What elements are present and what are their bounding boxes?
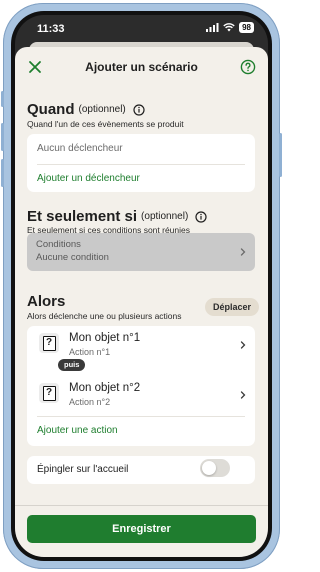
- divider: [37, 164, 245, 165]
- status-time: 11:33: [37, 23, 65, 35]
- status-bar: 11:33 98: [15, 15, 268, 41]
- add-trigger-link[interactable]: Ajouter un déclencheur: [37, 173, 265, 184]
- phone-side-button: [1, 91, 4, 107]
- alors-heading: Alors: [27, 293, 65, 310]
- phone-frame: 11:33 98 Ajouter un scénario Quand (opti…: [1, 3, 282, 569]
- action-item-subtitle: Action n°1: [69, 347, 111, 357]
- alors-title: Alors: [27, 293, 66, 310]
- conditions-value: Aucune condition: [36, 252, 109, 263]
- toggle-knob: [202, 461, 216, 475]
- scenario-sheet: Ajouter un scénario Quand (optionnel) Qu…: [15, 47, 268, 557]
- quand-heading: Quand (optionnel): [27, 101, 145, 118]
- question-mark-glyph: ?: [42, 335, 56, 351]
- divider: [37, 416, 245, 417]
- footer-divider: [15, 505, 268, 506]
- actions-card: ? Mon objet n°1 Action n°1 ? Mon objet n…: [27, 326, 255, 446]
- seulement-title: Et seulement si: [27, 208, 138, 225]
- alors-subtitle: Alors déclenche une ou plusieurs actions: [27, 311, 182, 321]
- question-mark-box-icon: ?: [39, 383, 59, 403]
- quand-title: Quand: [27, 101, 75, 118]
- page-title: Ajouter un scénario: [85, 60, 198, 74]
- chevron-right-icon: [240, 248, 246, 256]
- chevron-right-icon: [240, 391, 246, 399]
- sequence-badge: puis: [58, 359, 86, 371]
- quand-subtitle: Quand l'un de ces évènements se produit: [27, 119, 184, 129]
- triggers-card: Aucun déclencheur Ajouter un déclencheur: [27, 134, 255, 192]
- phone-power-button: [279, 133, 282, 177]
- battery-icon: 98: [239, 22, 254, 33]
- action-item-subtitle: Action n°2: [69, 397, 111, 407]
- info-icon[interactable]: [133, 103, 145, 116]
- seulement-optional: (optionnel): [141, 211, 189, 222]
- pin-toggle[interactable]: [200, 459, 230, 477]
- status-icons: 98: [206, 22, 254, 33]
- seulement-heading: Et seulement si (optionnel): [27, 208, 207, 225]
- move-button[interactable]: Déplacer: [205, 298, 259, 316]
- quand-optional: (optionnel): [78, 104, 126, 115]
- sheet-header: Ajouter un scénario: [15, 47, 268, 87]
- screen: 11:33 98 Ajouter un scénario Quand (opti…: [15, 15, 268, 557]
- action-item-title: Mon objet n°2: [69, 382, 141, 394]
- add-action-link[interactable]: Ajouter une action: [37, 425, 265, 436]
- phone-volume-up: [1, 123, 4, 151]
- question-mark-box-icon: ?: [39, 333, 59, 353]
- info-icon[interactable]: [195, 210, 207, 223]
- signal-icon: [206, 23, 219, 32]
- conditions-label: Conditions: [36, 239, 81, 250]
- chevron-right-icon: [240, 341, 246, 349]
- action-item-title: Mon objet n°1: [69, 332, 141, 344]
- action-item-2[interactable]: ? Mon objet n°2 Action n°2: [27, 376, 255, 410]
- no-trigger-text: Aucun déclencheur: [37, 143, 123, 154]
- phone-volume-down: [1, 159, 4, 187]
- save-button[interactable]: Enregistrer: [27, 515, 256, 543]
- conditions-card[interactable]: Conditions Aucune condition: [27, 233, 255, 271]
- wifi-icon: [223, 23, 235, 32]
- question-mark-glyph: ?: [42, 385, 56, 401]
- phone-bezel: 11:33 98 Ajouter un scénario Quand (opti…: [11, 11, 272, 561]
- pin-label: Épingler sur l'accueil: [37, 464, 129, 475]
- help-icon[interactable]: [240, 59, 256, 75]
- action-item-1[interactable]: ? Mon objet n°1 Action n°1: [27, 326, 255, 360]
